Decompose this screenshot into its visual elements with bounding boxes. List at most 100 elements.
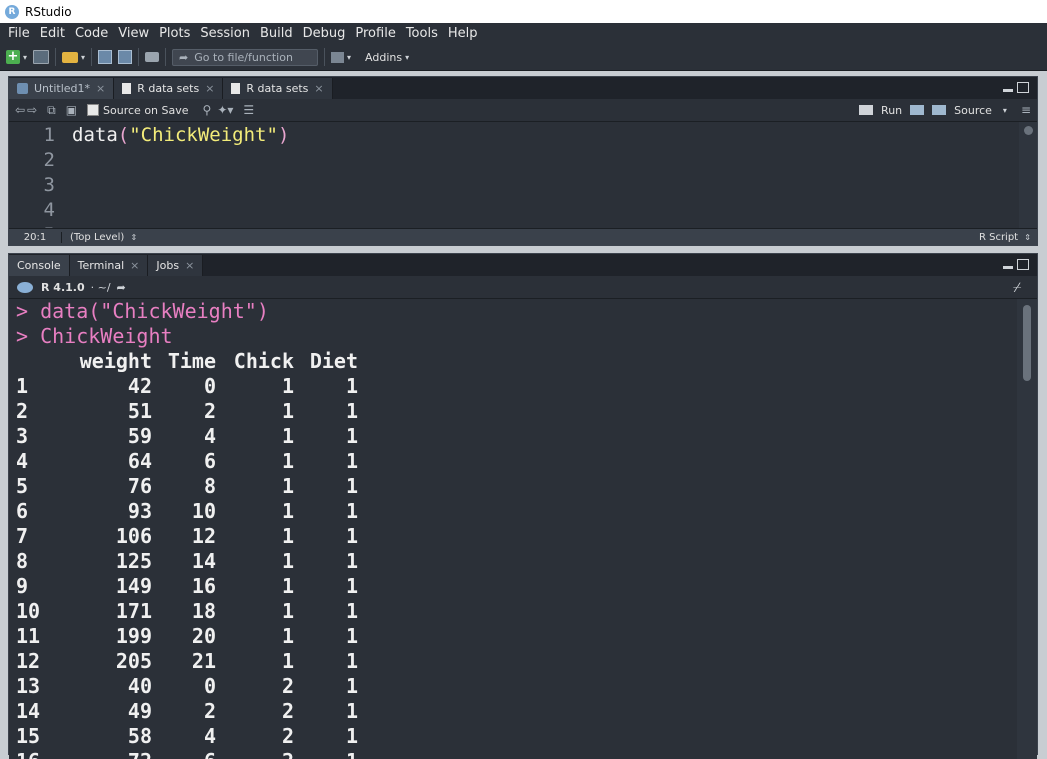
table-cell: 6: [203, 449, 216, 473]
table-cell: 1: [281, 424, 294, 448]
open-file-button[interactable]: ▾: [62, 48, 85, 66]
table-cell: 1: [345, 399, 358, 423]
rerun-icon[interactable]: [910, 105, 925, 115]
show-in-window-icon[interactable]: ⧉: [47, 103, 56, 118]
workspace-panes-button[interactable]: ▾: [331, 48, 351, 66]
grid-icon: [331, 51, 345, 63]
close-icon[interactable]: ×: [205, 82, 214, 95]
r-version: R 4.1.0: [41, 280, 85, 294]
table-header: weight Time Chick Diet: [79, 349, 358, 373]
table-cell: 1: [281, 524, 294, 548]
row-index: 11: [16, 624, 41, 648]
close-icon[interactable]: ×: [96, 82, 105, 95]
maximize-pane-icon[interactable]: [1017, 259, 1029, 270]
menu-edit[interactable]: Edit: [40, 26, 65, 41]
code-tools-wand-icon[interactable]: ✦▾: [217, 103, 233, 117]
table-cell: 1: [281, 624, 294, 648]
outline-icon[interactable]: ≡: [1021, 103, 1031, 117]
new-project-icon: [33, 50, 50, 64]
minimize-pane-icon[interactable]: [1003, 266, 1013, 269]
save-all-icon: [118, 50, 133, 64]
minimize-pane-icon[interactable]: [1003, 89, 1013, 92]
table-cell: 1: [281, 574, 294, 598]
table-cell: 1: [345, 449, 358, 473]
scrollbar-thumb[interactable]: [1024, 126, 1033, 135]
table-cell: 1: [345, 524, 358, 548]
table-row: 10 171 18 1 1: [16, 599, 358, 623]
table-cell: 1: [281, 649, 294, 673]
source-button[interactable]: Source: [954, 104, 992, 117]
document-outline-icon[interactable]: ☰: [243, 103, 254, 117]
close-icon[interactable]: ×: [130, 259, 139, 272]
menu-debug[interactable]: Debug: [303, 26, 346, 41]
tab-r-data-sets-1[interactable]: R data sets ×: [114, 78, 224, 99]
tab-jobs[interactable]: Jobs ×: [148, 255, 204, 276]
console-output[interactable]: > data("ChickWeight") > ChickWeight weig…: [9, 299, 1019, 759]
maximize-pane-icon[interactable]: [1017, 82, 1029, 93]
table-cell: 14: [191, 549, 216, 573]
menu-build[interactable]: Build: [260, 26, 293, 41]
menu-view[interactable]: View: [118, 26, 149, 41]
forward-icon[interactable]: ⇨: [27, 103, 37, 117]
table-cell: 1: [294, 749, 358, 759]
working-directory[interactable]: · ~/: [91, 281, 111, 294]
code-editor[interactable]: 1 2 3 4 5 data("ChickWeight"): [9, 122, 1021, 236]
print-icon: [145, 52, 160, 62]
addins-button[interactable]: Addins ▾: [357, 48, 409, 66]
close-icon[interactable]: ×: [314, 82, 323, 95]
table-row: 15 58 4 2 1: [16, 724, 358, 748]
menu-profile[interactable]: Profile: [355, 26, 395, 41]
tab-untitled1[interactable]: Untitled1* ×: [9, 78, 115, 99]
source-dropdown-icon[interactable]: ▾: [1003, 106, 1007, 115]
row-index: 1: [16, 374, 29, 398]
scrollbar-thumb[interactable]: [1023, 305, 1031, 381]
source-on-save-checkbox[interactable]: [87, 104, 100, 116]
table-row: 5 76 8 1 1: [16, 474, 358, 498]
file-type-selector[interactable]: R Script ⇕: [979, 232, 1031, 243]
new-project-button[interactable]: [33, 48, 50, 66]
run-button[interactable]: Run: [881, 104, 902, 117]
table-cell: 1: [345, 649, 358, 673]
save-all-button[interactable]: [118, 48, 133, 66]
tab-r-data-sets-2[interactable]: R data sets ×: [223, 78, 333, 99]
search-icon[interactable]: ⚲: [203, 103, 212, 117]
menu-tools[interactable]: Tools: [406, 26, 438, 41]
table-cell: 1: [345, 724, 358, 748]
close-icon[interactable]: ×: [185, 259, 194, 272]
menu-file[interactable]: File: [8, 26, 30, 41]
menu-help[interactable]: Help: [448, 26, 478, 41]
table-row: 14 49 2 2 1: [16, 699, 358, 723]
table-cell: 1: [345, 474, 358, 498]
print-button[interactable]: [145, 48, 160, 66]
console-scrollbar[interactable]: [1017, 299, 1037, 759]
back-icon[interactable]: ⇦: [15, 103, 25, 117]
save-icon[interactable]: ▣: [66, 103, 77, 117]
table-cell: 1: [281, 474, 294, 498]
code-line-1: data("ChickWeight"): [72, 124, 290, 146]
menu-plots[interactable]: Plots: [159, 26, 190, 41]
scope-selector[interactable]: (Top Level) ⇕: [70, 232, 137, 243]
table-cell: 0: [203, 374, 216, 398]
menu-code[interactable]: Code: [75, 26, 108, 41]
table-cell: 1: [345, 574, 358, 598]
editor-scrollbar[interactable]: [1019, 122, 1037, 236]
tab-terminal[interactable]: Terminal ×: [69, 255, 149, 276]
table-cell: 1: [345, 499, 358, 523]
table-cell: 8: [203, 474, 216, 498]
new-file-button[interactable]: + ▾: [6, 48, 27, 66]
save-button[interactable]: [98, 48, 113, 66]
table-cell: 1: [281, 599, 294, 623]
save-icon: [98, 50, 113, 64]
menu-session[interactable]: Session: [200, 26, 250, 41]
new-file-icon: +: [6, 49, 20, 64]
table-cell: 1: [345, 374, 358, 398]
goto-file-input[interactable]: ➦ Go to file/function: [172, 48, 319, 66]
table-row: 4 64 6 1 1: [16, 449, 358, 473]
document-icon: [122, 83, 132, 94]
go-to-directory-icon[interactable]: ➦: [117, 281, 126, 294]
clear-console-broom-icon[interactable]: ⌿: [1013, 280, 1029, 296]
table-cell: 42: [127, 374, 152, 398]
table-cell: 93: [127, 499, 152, 523]
tab-console[interactable]: Console: [9, 255, 70, 276]
row-index: 14: [16, 699, 41, 723]
